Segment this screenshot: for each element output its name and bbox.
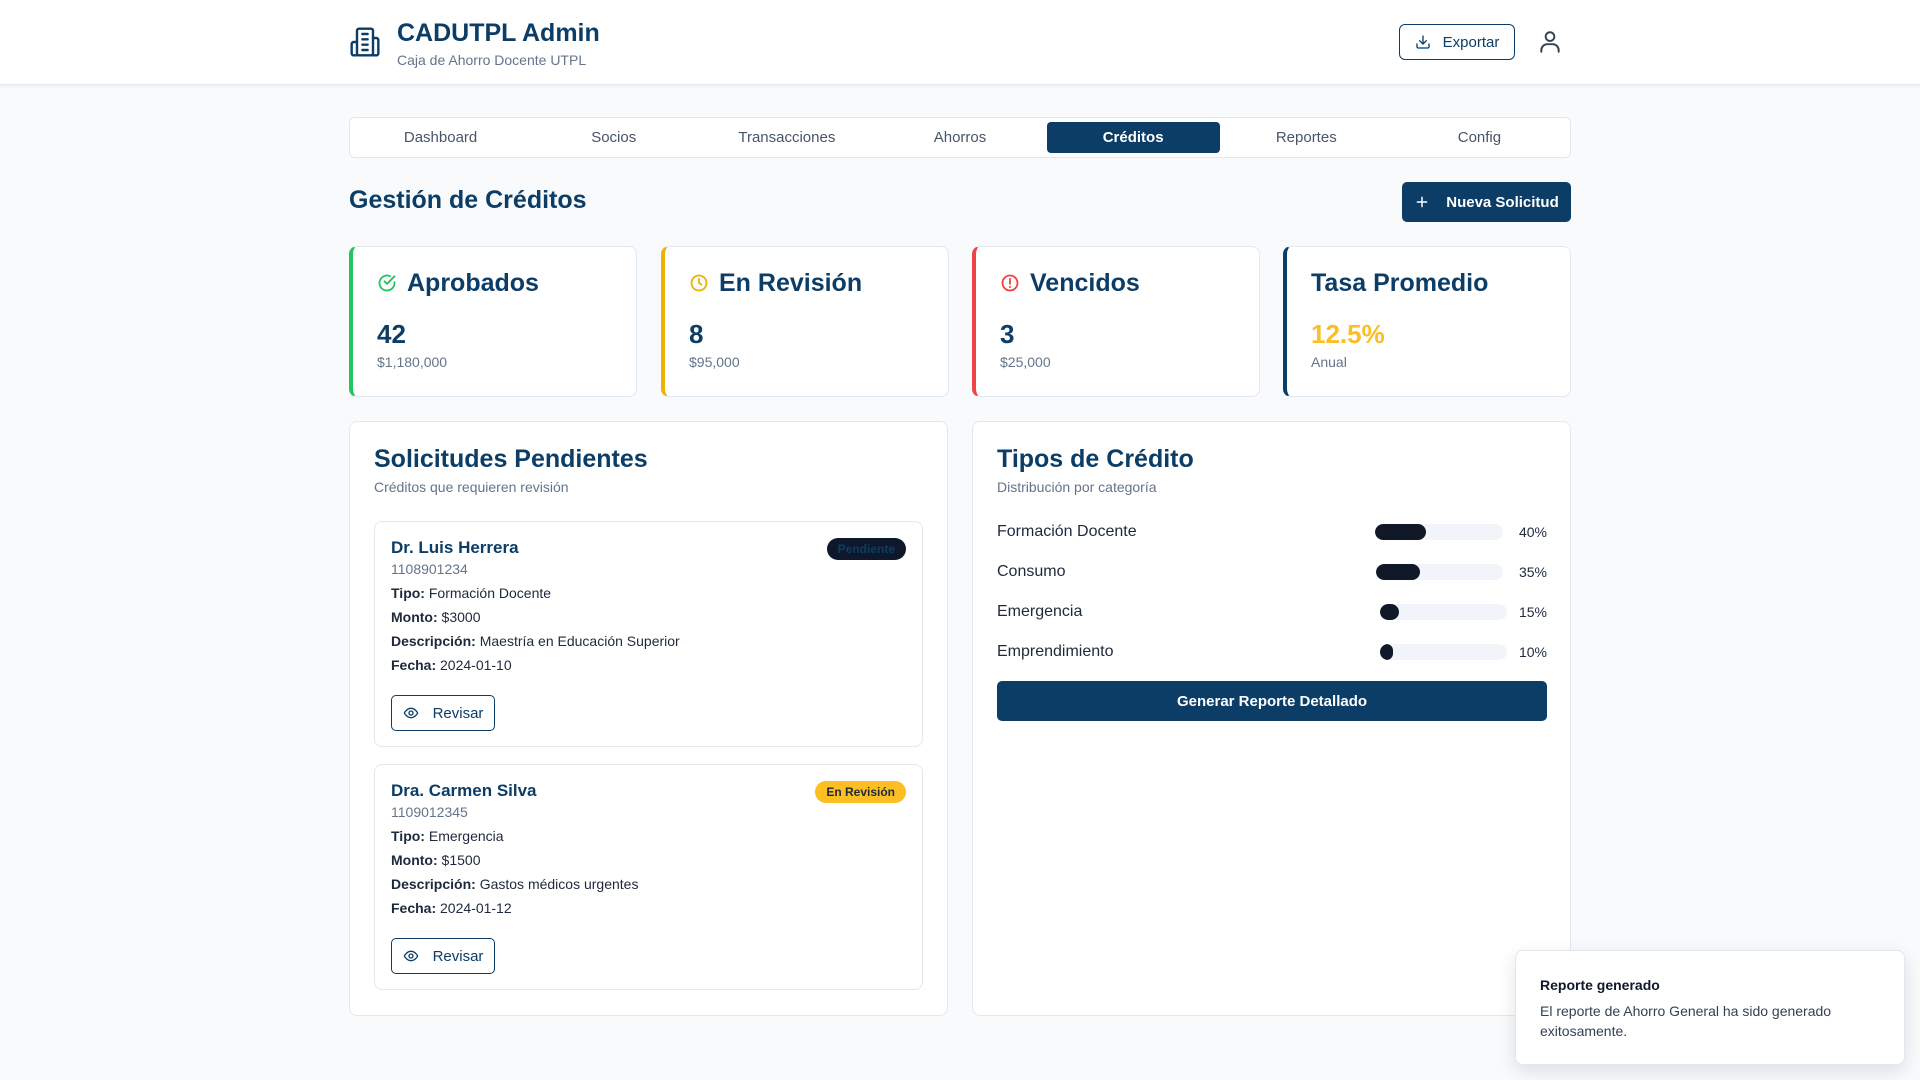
- stat-card-vencidos: Vencidos 3 $25,000: [972, 246, 1260, 397]
- check-circle-icon: [378, 274, 396, 292]
- stat-title: Tasa Promedio: [1311, 268, 1489, 297]
- top-bar: CADUTPL Admin Caja de Ahorro Docente UTP…: [0, 0, 1920, 85]
- credit-type-row: Consumo 35%: [997, 560, 1547, 584]
- download-icon: [1415, 35, 1430, 49]
- stat-sub: Anual: [1311, 354, 1347, 370]
- field-monto: Monto: $1500: [391, 852, 481, 868]
- new-request-label: Nueva Solicitud: [1446, 193, 1559, 211]
- review-button[interactable]: Revisar: [391, 695, 495, 731]
- field-fecha: Fecha: 2024-01-12: [391, 900, 512, 916]
- status-badge: En Revisión: [815, 781, 906, 803]
- credit-type-row: Emprendimiento 10%: [997, 640, 1547, 664]
- field-monto: Monto: $3000: [391, 609, 481, 625]
- progress-bar: [1376, 564, 1503, 580]
- generate-report-button[interactable]: Generar Reporte Detallado: [997, 681, 1547, 721]
- stat-card-tasa-promedio: Tasa Promedio 12.5% Anual: [1283, 246, 1571, 397]
- credit-type-row: Formación Docente 40%: [997, 520, 1547, 544]
- progress-bar: [1380, 604, 1507, 620]
- stat-title: Vencidos: [1030, 268, 1140, 297]
- nav-tabs: Dashboard Socios Transacciones Ahorros C…: [349, 117, 1571, 158]
- stat-value: 3: [1000, 319, 1015, 349]
- applicant-id: 1109012345: [391, 804, 468, 820]
- stat-value: 42: [377, 319, 406, 349]
- field-tipo: Tipo: Emergencia: [391, 828, 504, 844]
- stat-card-en-revision: En Revisión 8 $95,000: [661, 246, 949, 397]
- request-card: Dra. Carmen Silva 1109012345 En Revisión…: [374, 764, 923, 990]
- panel-title: Tipos de Crédito: [997, 445, 1194, 473]
- tab-reportes[interactable]: Reportes: [1220, 122, 1393, 153]
- alert-circle-icon: [1001, 274, 1019, 292]
- progress-fill: [1375, 524, 1427, 540]
- new-request-button[interactable]: Nueva Solicitud: [1402, 182, 1571, 222]
- stat-sub: $25,000: [1000, 354, 1051, 370]
- toast-title: Reporte generado: [1540, 977, 1660, 993]
- stat-sub: $95,000: [689, 354, 740, 370]
- request-card: Dr. Luis Herrera 1108901234 Pendiente Ti…: [374, 521, 923, 747]
- tab-socios[interactable]: Socios: [527, 122, 700, 153]
- field-descripcion: Descripción: Gastos médicos urgentes: [391, 876, 639, 892]
- brand: CADUTPL Admin Caja de Ahorro Docente UTP…: [349, 18, 600, 68]
- panel-title: Solicitudes Pendientes: [374, 445, 648, 473]
- app-subtitle: Caja de Ahorro Docente UTPL: [397, 52, 587, 68]
- credit-type-percent: 15%: [1518, 604, 1547, 620]
- eye-icon: [403, 950, 418, 962]
- progress-bar: [1375, 524, 1503, 540]
- stat-card-aprobados: Aprobados 42 $1,180,000: [349, 246, 637, 397]
- review-label: Revisar: [432, 704, 484, 722]
- review-label: Revisar: [432, 947, 484, 965]
- user-icon[interactable]: [1537, 29, 1563, 55]
- credit-type-percent: 40%: [1518, 524, 1547, 540]
- applicant-id: 1108901234: [391, 561, 468, 577]
- stat-value: 12.5%: [1311, 319, 1385, 349]
- panel-subtitle: Créditos que requieren revisión: [374, 479, 569, 495]
- stat-title: En Revisión: [719, 268, 863, 297]
- credit-types-panel: Tipos de Crédito Distribución por catego…: [972, 421, 1571, 1016]
- progress-fill: [1380, 644, 1393, 660]
- progress-fill: [1376, 564, 1421, 580]
- tab-config[interactable]: Config: [1393, 122, 1566, 153]
- eye-icon: [403, 707, 418, 719]
- status-badge: Pendiente: [826, 538, 906, 560]
- credit-type-percent: 35%: [1518, 564, 1547, 580]
- tab-dashboard[interactable]: Dashboard: [354, 122, 527, 153]
- toast-notification: Reporte generado El reporte de Ahorro Ge…: [1515, 950, 1905, 1065]
- export-button[interactable]: Exportar: [1399, 24, 1515, 60]
- credit-type-percent: 10%: [1518, 644, 1547, 660]
- pending-requests-panel: Solicitudes Pendientes Créditos que requ…: [349, 421, 948, 1016]
- progress-fill: [1380, 604, 1400, 620]
- credit-type-row: Emergencia 15%: [997, 600, 1547, 624]
- field-descripcion: Descripción: Maestría en Educación Super…: [391, 633, 680, 649]
- page-title: Gestión de Créditos: [349, 186, 587, 214]
- field-tipo: Tipo: Formación Docente: [391, 585, 552, 601]
- toast-message: El reporte de Ahorro General ha sido gen…: [1540, 1003, 1832, 1039]
- progress-bar: [1380, 644, 1507, 660]
- review-button[interactable]: Revisar: [391, 938, 495, 974]
- plus-icon: [1416, 196, 1428, 208]
- tab-ahorros[interactable]: Ahorros: [873, 122, 1046, 153]
- clock-icon: [690, 274, 708, 292]
- stat-value: 8: [689, 319, 704, 349]
- stat-title: Aprobados: [407, 268, 539, 297]
- tab-creditos[interactable]: Créditos: [1046, 122, 1220, 153]
- stat-sub: $1,180,000: [377, 354, 448, 370]
- panel-subtitle: Distribución por categoría: [997, 479, 1157, 495]
- tab-transacciones[interactable]: Transacciones: [700, 122, 873, 153]
- app-title: CADUTPL Admin: [397, 19, 600, 47]
- building-icon: [350, 27, 380, 57]
- field-fecha: Fecha: 2024-01-10: [391, 657, 512, 673]
- export-label: Exportar: [1442, 33, 1500, 51]
